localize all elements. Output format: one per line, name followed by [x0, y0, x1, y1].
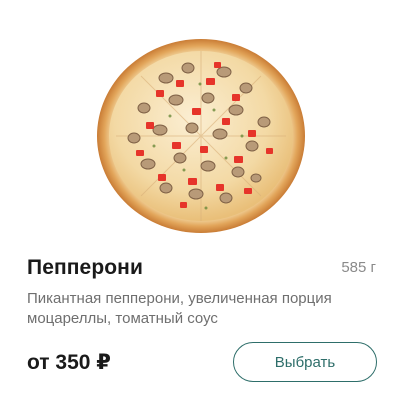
product-title: Пепперони — [27, 256, 143, 279]
product-weight: 585 г — [341, 259, 376, 276]
pizza-image[interactable] — [96, 38, 306, 234]
product-price: от 350 ₽ — [27, 351, 111, 374]
product-card[interactable]: Пепперони 585 г Пикантная пепперони, уве… — [0, 0, 401, 407]
product-description: Пикантная пепперони, увеличенная порция … — [27, 290, 332, 327]
pizza-illustration — [97, 39, 305, 233]
select-button[interactable]: Выбрать — [233, 342, 377, 382]
